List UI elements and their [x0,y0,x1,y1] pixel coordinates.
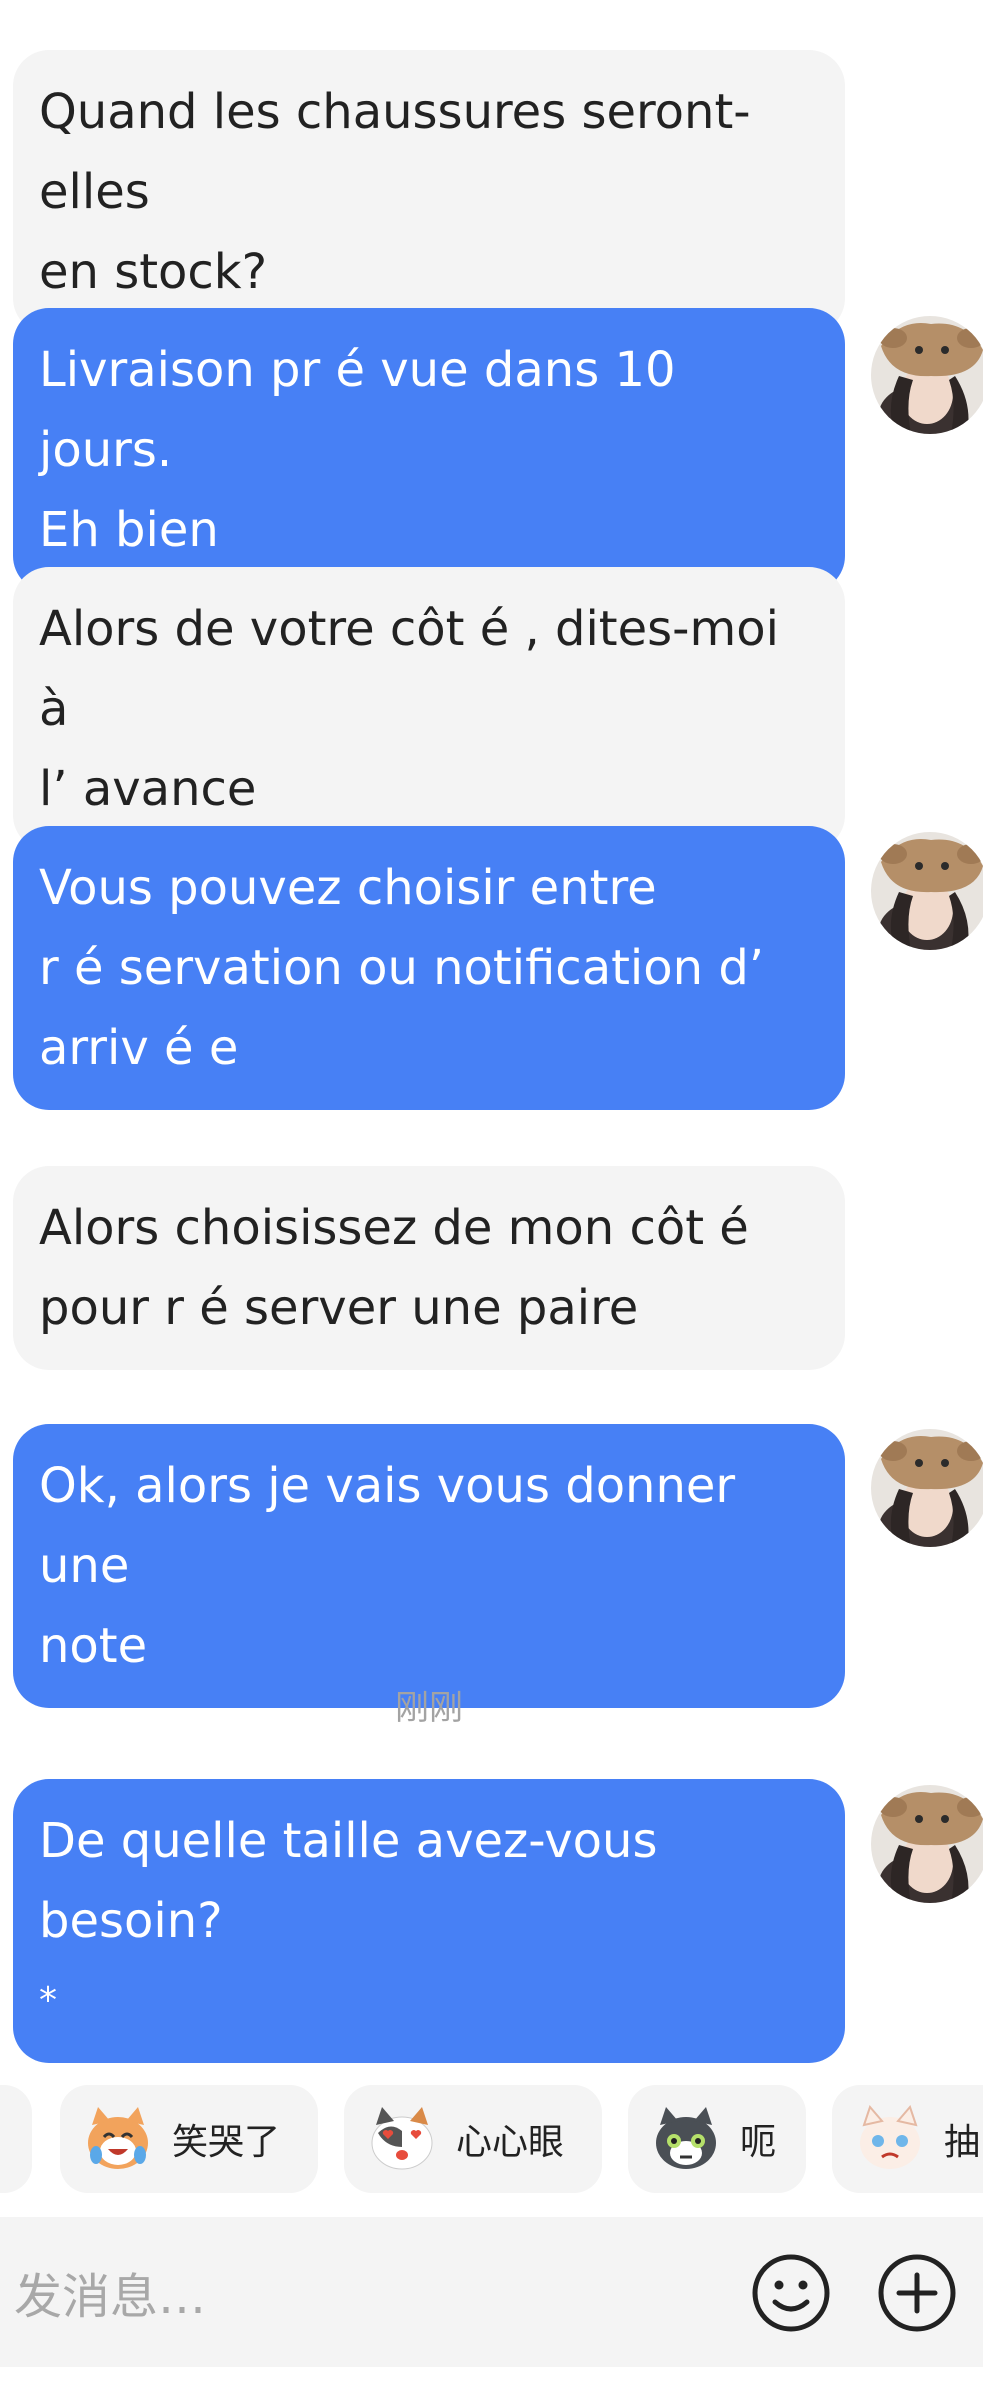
user-avatar-icon [871,316,983,434]
message-line: * [39,1980,57,2021]
message-line: en stock? [39,244,268,300]
user-avatar-icon [871,1429,983,1547]
message-line: De quelle taille avez-vous besoin? [39,1813,658,1949]
sticker-chip[interactable]: 心心眼 [344,2085,602,2193]
message-bubble-outgoing[interactable]: Livraison pr é vue dans 10 jours. Eh bie… [13,308,845,592]
message-line: Livraison pr é vue dans 10 jours. [39,342,676,478]
message-line: Ok, alors je vais vous donner une [39,1458,736,1594]
message-line: Alors de votre côt é , dites-moi à [39,601,779,737]
avatar[interactable] [871,1429,983,1547]
message-line: Alors choisissez de mon côt é [39,1200,749,1256]
sticker-chip-label: 笑哭了 [172,2122,281,2163]
sticker-chip[interactable]: 抽 [832,2085,983,2193]
sticker-chip-partial[interactable] [0,2085,32,2193]
user-avatar-icon [871,1785,983,1903]
message-line: Vous pouvez choisir entre [39,860,657,916]
awkward-cat-icon [656,2107,716,2169]
message-bubble-outgoing[interactable]: Vous pouvez choisir entre r é servation … [13,826,845,1110]
message-line: r é servation ou notification d’ [39,940,765,996]
message-bubble-outgoing[interactable]: Ok, alors je vais vous donner une note [13,1424,845,1708]
sticker-chip[interactable]: 呃 [628,2085,806,2193]
heart-eyes-cat-icon [371,2107,433,2170]
sob-cat-icon [860,2105,920,2169]
message-timestamp: 刚刚 [395,1688,463,1728]
message-line: note [39,1618,148,1674]
message-input[interactable]: 发消息… [14,2257,206,2327]
message-line: pour r é server une paire [39,1280,639,1336]
message-bubble-outgoing[interactable]: De quelle taille avez-vous besoin? * [13,1779,845,2063]
message-line: arriv é e [39,1020,239,1076]
message-bubble-incoming[interactable]: Alors de votre côt é , dites-moi à l’ av… [13,567,845,851]
message-line: Quand les chaussures seront-elles [39,84,751,220]
avatar[interactable] [871,316,983,434]
sticker-chip-label: 心心眼 [456,2122,565,2163]
laugh-cry-cat-icon [88,2107,148,2169]
sticker-chip[interactable]: 笑哭了 [60,2085,318,2193]
user-avatar-icon [871,832,983,950]
sticker-suggestion-bar[interactable]: 笑哭了 心心眼 呃 抽 [0,2085,983,2193]
sticker-chip-label: 呃 [740,2122,777,2163]
message-input-bar: 发消息… [0,2217,983,2367]
message-line: Eh bien [39,502,219,558]
message-bubble-incoming[interactable]: Alors choisissez de mon côt é pour r é s… [13,1166,845,1370]
avatar[interactable] [871,832,983,950]
message-line: l’ avance [39,761,257,817]
avatar[interactable] [871,1785,983,1903]
emoji-icon[interactable] [750,2252,832,2334]
sticker-chip-label: 抽 [944,2122,981,2163]
message-bubble-incoming[interactable]: Quand les chaussures seront-elles en sto… [13,50,845,334]
plus-icon[interactable] [876,2252,958,2334]
